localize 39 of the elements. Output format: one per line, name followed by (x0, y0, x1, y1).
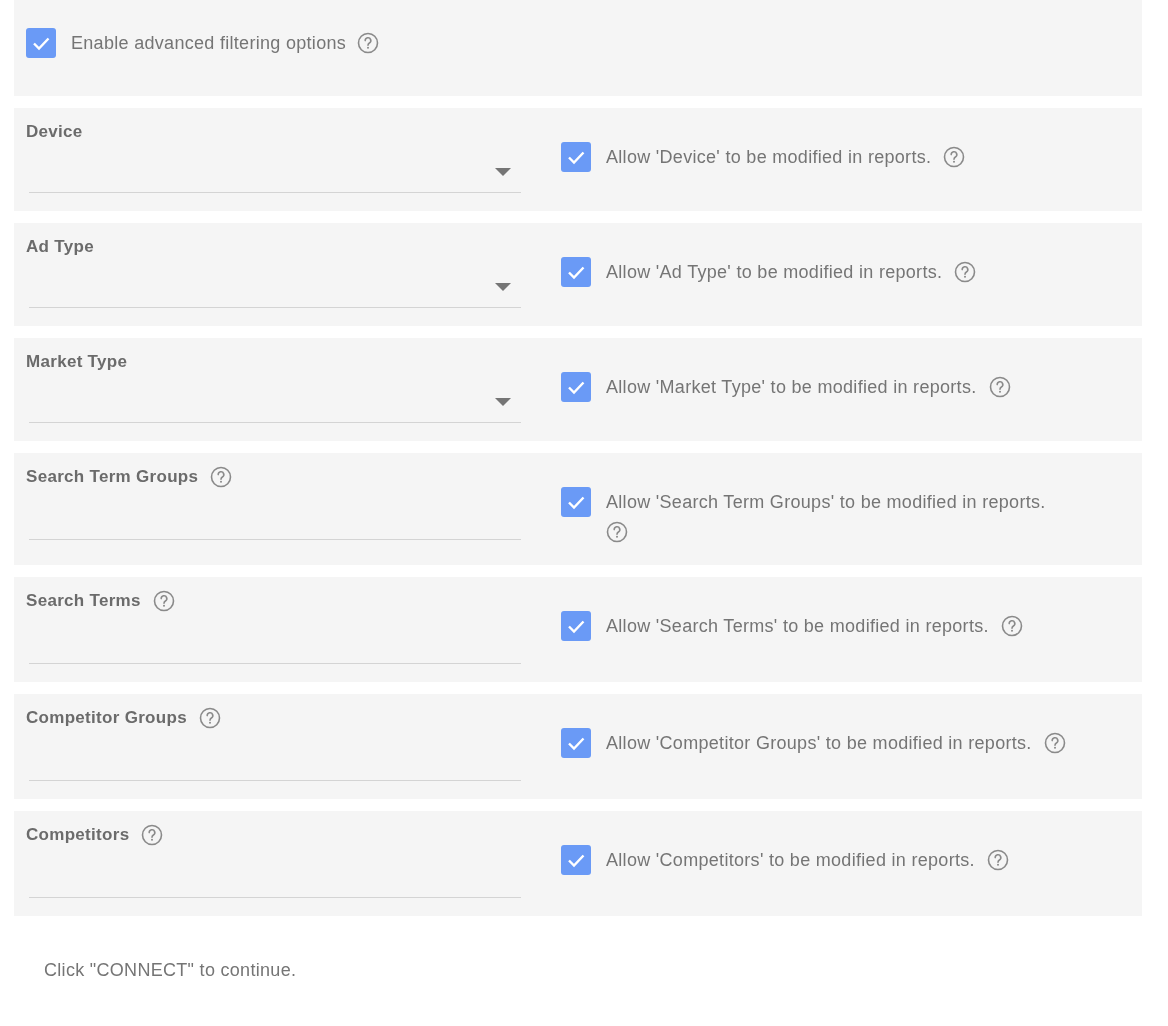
checkbox-label: Allow 'Competitors' to be modified in reports. (606, 850, 975, 870)
caret-icon (495, 168, 511, 176)
checkbox-label: Allow 'Ad Type' to be modified in reports. (606, 262, 943, 282)
help-icon[interactable] (1000, 615, 1023, 638)
checkbox-label: Allow 'Search Terms' to be modified in reports. (606, 616, 989, 636)
help-icon[interactable] (198, 707, 221, 729)
help-icon[interactable] (141, 824, 164, 846)
caret-icon (495, 398, 511, 406)
help-icon[interactable] (152, 590, 175, 612)
field-label: Device (26, 122, 83, 142)
checkbox-label: Allow 'Market Type' to be modified in reports. (606, 377, 977, 397)
instruction-text: Click "CONNECT" to continue. (43, 959, 298, 981)
checkbox-label: Allow 'Device' to be modified in reports. (606, 147, 932, 167)
field-label: Search Term Groups (26, 467, 199, 487)
help-icon[interactable] (986, 849, 1009, 872)
checkbox[interactable] (561, 257, 591, 287)
checkbox-label: Allow 'Search Term Groups' to be modified in reports. (606, 492, 1046, 512)
help-icon[interactable] (357, 32, 380, 54)
help-icon[interactable] (1043, 732, 1066, 755)
checkbox-label: Enable advanced filtering options (71, 32, 347, 54)
help-icon[interactable] (606, 521, 628, 544)
field-label: Ad Type (26, 237, 94, 257)
field-label: Competitors (26, 825, 130, 845)
checkbox[interactable] (561, 372, 591, 402)
checkbox[interactable] (561, 142, 591, 172)
field-label: Search Terms (26, 591, 141, 611)
help-icon[interactable] (988, 376, 1011, 399)
help-icon[interactable] (943, 146, 966, 169)
checkbox[interactable] (561, 728, 591, 758)
checkbox[interactable] (561, 611, 591, 641)
help-icon[interactable] (210, 466, 233, 488)
checkbox[interactable] (561, 845, 591, 875)
help-icon[interactable] (954, 261, 977, 284)
field-label: Market Type (26, 352, 128, 372)
checkbox[interactable] (561, 487, 591, 517)
checkbox[interactable] (26, 28, 56, 58)
field-label: Competitor Groups (26, 708, 187, 728)
caret-icon (495, 283, 511, 291)
checkbox-label: Allow 'Competitor Groups' to be modified in reports. (606, 733, 1032, 753)
